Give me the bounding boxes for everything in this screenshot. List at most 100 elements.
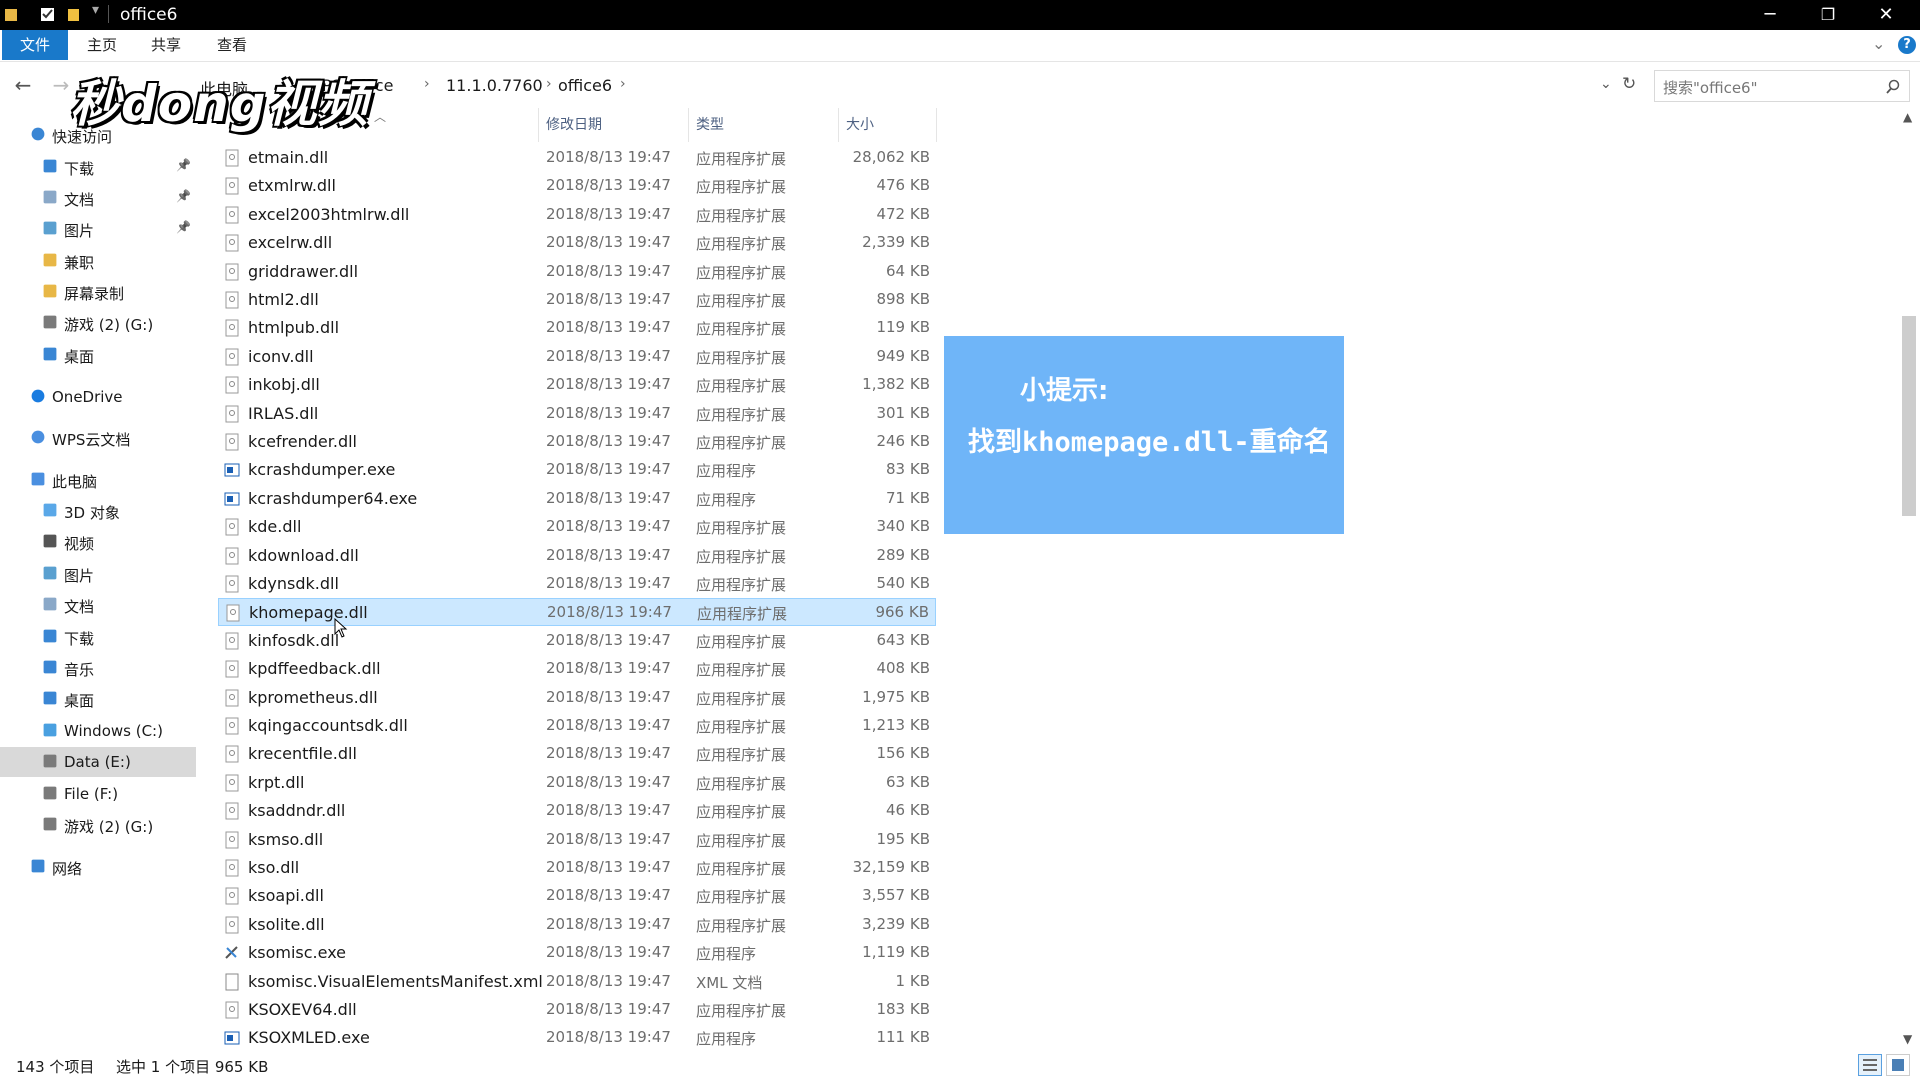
sidebar-item-label: 桌面 xyxy=(64,348,95,366)
tab-file[interactable]: 文件 xyxy=(2,30,68,60)
file-row[interactable]: kprometheus.dll 2018/8/13 19:47 应用程序扩展 1,97… xyxy=(218,684,936,712)
new-folder-icon[interactable] xyxy=(66,6,82,23)
file-row[interactable]: kdownload.dll 2018/8/13 19:47 应用程序扩展 289 KB xyxy=(218,542,936,570)
details-view-button[interactable] xyxy=(1858,1054,1882,1076)
address-bar[interactable]: 此电脑 › WPS Office › 11.1.0.7760 › office6… xyxy=(200,70,1640,102)
refresh-icon[interactable]: ↻ xyxy=(1622,74,1636,94)
file-row[interactable]: inkobj.dll 2018/8/13 19:47 应用程序扩展 1,382 KB xyxy=(218,371,936,399)
search-icon[interactable] xyxy=(1885,79,1901,95)
desktop-folder-icon xyxy=(43,347,57,361)
file-row[interactable]: kde.dll 2018/8/13 19:47 应用程序扩展 340 KB xyxy=(218,513,936,541)
help-icon[interactable]: ? xyxy=(1898,36,1916,54)
file-row[interactable]: iconv.dll 2018/8/13 19:47 应用程序扩展 949 KB xyxy=(218,343,936,371)
file-row[interactable]: krecentfile.dll 2018/8/13 19:47 应用程序扩展 156 … xyxy=(218,740,936,768)
sidebar-item[interactable]: OneDrive xyxy=(0,382,196,412)
sidebar-item[interactable]: 文档 xyxy=(0,590,196,620)
tip-box: 小提示: 找到khomepage.dll-重命名 xyxy=(944,336,1344,534)
sidebar-item[interactable]: WPS云文档 xyxy=(0,423,196,453)
file-row[interactable]: ksomisc.exe 2018/8/13 19:47 应用程序 1,119 KB xyxy=(218,939,936,967)
file-name: kcefrender.dll xyxy=(248,432,357,451)
file-row[interactable]: KSOXMLED.exe 2018/8/13 19:47 应用程序 111 KB xyxy=(218,1024,936,1052)
file-row[interactable]: kcefrender.dll 2018/8/13 19:47 应用程序扩展 246 K… xyxy=(218,428,936,456)
sidebar-item-label: 兼职 xyxy=(64,254,95,272)
minimize-button[interactable]: ─ xyxy=(1742,0,1798,30)
file-row[interactable]: ksoapi.dll 2018/8/13 19:47 应用程序扩展 3,557 KB xyxy=(218,882,936,910)
file-row[interactable]: html2.dll 2018/8/13 19:47 应用程序扩展 898 KB xyxy=(218,286,936,314)
large-icons-view-icon xyxy=(1892,1059,1904,1071)
sidebar-item[interactable]: 游戏 (2) (G:) xyxy=(0,810,196,840)
customize-quick-access-icon[interactable]: ▾ xyxy=(92,2,108,19)
file-row[interactable]: kinfosdk.dll 2018/8/13 19:47 应用程序扩展 643 KB xyxy=(218,627,936,655)
column-header-date[interactable]: 修改日期 xyxy=(546,114,602,140)
file-row[interactable]: kdynsdk.dll 2018/8/13 19:47 应用程序扩展 540 KB xyxy=(218,570,936,598)
breadcrumb-separator-icon[interactable]: › xyxy=(620,76,626,92)
sidebar-item[interactable]: 图片 📌 xyxy=(0,214,196,244)
search-box[interactable]: 搜索"office6" xyxy=(1654,70,1910,102)
file-row[interactable]: excelrw.dll 2018/8/13 19:47 应用程序扩展 2,339 KB xyxy=(218,229,936,257)
file-row[interactable]: etxmlrw.dll 2018/8/13 19:47 应用程序扩展 476 KB xyxy=(218,172,936,200)
dll-icon xyxy=(225,575,239,593)
sidebar-item[interactable]: 桌面 xyxy=(0,684,196,714)
pin-icon: 📌 xyxy=(176,189,191,203)
address-history-dropdown-icon[interactable]: ⌄ xyxy=(1600,76,1612,92)
file-row[interactable]: ksmso.dll 2018/8/13 19:47 应用程序扩展 195 KB xyxy=(218,826,936,854)
sidebar-item[interactable]: 快速访问 xyxy=(0,120,196,150)
file-row[interactable]: ksomisc.VisualElementsManifest.xml 2018/8… xyxy=(218,968,936,996)
column-header-type[interactable]: 类型 xyxy=(696,114,724,140)
file-row[interactable]: kcrashdumper64.exe 2018/8/13 19:47 应用程序 71 … xyxy=(218,485,936,513)
sidebar-item[interactable]: 兼职 xyxy=(0,246,196,276)
large-icons-view-button[interactable] xyxy=(1886,1054,1910,1076)
scroll-up-icon[interactable]: ▲ xyxy=(1903,110,1912,124)
file-row[interactable]: etmain.dll 2018/8/13 19:47 应用程序扩展 28,062 KB xyxy=(218,144,936,172)
sidebar-item[interactable]: 桌面 xyxy=(0,340,196,370)
sidebar-item[interactable]: 文档 📌 xyxy=(0,183,196,213)
vertical-scrollbar[interactable]: ▲ ▼ xyxy=(1898,110,1920,1050)
file-row[interactable]: kso.dll 2018/8/13 19:47 应用程序扩展 32,159 KB xyxy=(218,854,936,882)
file-row[interactable]: kpdffeedback.dll 2018/8/13 19:47 应用程序扩展 408… xyxy=(218,655,936,683)
expand-ribbon-icon[interactable]: ⌄ xyxy=(1872,34,1885,53)
tab-share[interactable]: 共享 xyxy=(146,30,186,60)
file-row[interactable]: ksolite.dll 2018/8/13 19:47 应用程序扩展 3,239 KB xyxy=(218,911,936,939)
breadcrumb-separator-icon[interactable]: › xyxy=(546,76,552,92)
sidebar-item[interactable]: 此电脑 xyxy=(0,465,196,495)
breadcrumb-version[interactable]: 11.1.0.7760 xyxy=(446,76,543,95)
sidebar-item[interactable]: 下载 📌 xyxy=(0,152,196,182)
file-size: 46 KB xyxy=(886,801,930,820)
sidebar-item[interactable]: Windows (C:) xyxy=(0,716,196,746)
restore-button[interactable]: ❐ xyxy=(1800,0,1856,30)
sidebar-item[interactable]: 游戏 (2) (G:) xyxy=(0,308,196,338)
sidebar-item[interactable]: Data (E:) xyxy=(0,747,196,777)
sidebar-item-label: File (F:) xyxy=(64,785,119,803)
file-row[interactable]: excel2003htmlrw.dll 2018/8/13 19:47 应用程序扩展… xyxy=(218,201,936,229)
file-row[interactable]: krpt.dll 2018/8/13 19:47 应用程序扩展 63 KB xyxy=(218,769,936,797)
sidebar-item[interactable]: File (F:) xyxy=(0,779,196,809)
back-button[interactable]: ← xyxy=(10,72,36,98)
sidebar-item[interactable]: 视频 xyxy=(0,527,196,557)
dll-icon xyxy=(225,433,239,451)
sidebar-item[interactable]: 图片 xyxy=(0,559,196,589)
sidebar-item[interactable]: 下载 xyxy=(0,622,196,652)
file-row[interactable]: ksaddndr.dll 2018/8/13 19:47 应用程序扩展 46 KB xyxy=(218,797,936,825)
file-date: 2018/8/13 19:47 xyxy=(546,943,671,962)
breadcrumb-office6[interactable]: office6 xyxy=(558,76,612,95)
close-button[interactable]: ✕ xyxy=(1858,0,1914,30)
sidebar-item[interactable]: 屏幕录制 xyxy=(0,277,196,307)
file-name: ksolite.dll xyxy=(248,914,325,934)
column-header-size[interactable]: 大小 xyxy=(846,114,874,140)
scroll-down-icon[interactable]: ▼ xyxy=(1903,1032,1912,1046)
sidebar-item[interactable]: 3D 对象 xyxy=(0,496,196,526)
scrollbar-thumb[interactable] xyxy=(1902,316,1916,516)
sidebar-item[interactable]: 音乐 xyxy=(0,653,196,683)
file-row[interactable]: IRLAS.dll 2018/8/13 19:47 应用程序扩展 301 KB xyxy=(218,400,936,428)
file-row[interactable]: griddrawer.dll 2018/8/13 19:47 应用程序扩展 64 KB xyxy=(218,258,936,286)
breadcrumb-separator-icon[interactable]: › xyxy=(424,76,430,92)
properties-icon[interactable] xyxy=(40,6,56,23)
file-row[interactable]: kqingaccountsdk.dll 2018/8/13 19:47 应用程序扩展… xyxy=(218,712,936,740)
tab-view[interactable]: 查看 xyxy=(212,30,252,60)
tab-home[interactable]: 主页 xyxy=(82,30,122,60)
file-row[interactable]: kcrashdumper.exe 2018/8/13 19:47 应用程序 83 KB xyxy=(218,456,936,484)
file-row[interactable]: KSOXEV64.dll 2018/8/13 19:47 应用程序扩展 183 KB xyxy=(218,996,936,1024)
sidebar-item[interactable]: 网络 xyxy=(0,852,196,882)
file-row[interactable]: khomepage.dll 2018/8/13 19:47 应用程序扩展 966 KB xyxy=(218,598,936,627)
file-row[interactable]: htmlpub.dll 2018/8/13 19:47 应用程序扩展 119 KB xyxy=(218,314,936,342)
